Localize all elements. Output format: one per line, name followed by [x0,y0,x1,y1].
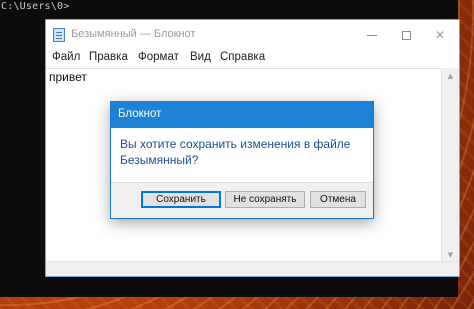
dialog-title: Блокнот [118,108,162,120]
dialog-message: Вы хотите сохранить изменения в файле Бе… [120,136,360,168]
maximize-icon [401,30,411,40]
cancel-button[interactable]: Отмена [310,191,366,208]
dialog-titlebar[interactable]: Блокнот [111,102,373,128]
save-button[interactable]: Сохранить [141,191,221,208]
console-prompt: C:\Users\0> [1,1,70,12]
close-icon: ✕ [434,28,446,42]
vertical-scrollbar[interactable]: ▲ ▼ [441,68,459,262]
menu-edit[interactable]: Правка [89,51,128,63]
dont-save-button[interactable]: Не сохранять [225,191,305,208]
notepad-app-icon [53,28,65,42]
menu-view[interactable]: Вид [190,51,211,63]
scroll-down-icon[interactable]: ▼ [442,247,459,262]
notepad-title: Безымянный — Блокнот [71,28,196,40]
menu-file[interactable]: Файл [52,51,80,63]
save-changes-dialog[interactable]: Блокнот Вы хотите сохранить изменения в … [110,101,374,219]
minimize-icon [367,34,377,36]
status-strip [46,261,459,276]
scroll-up-icon[interactable]: ▲ [442,68,459,83]
dialog-message-line2: Безымянный? [120,153,199,167]
dialog-footer: Сохранить Не сохранять Отмена [111,182,373,218]
dialog-message-line1: Вы хотите сохранить изменения в файле [120,137,351,151]
maximize-button[interactable] [389,20,423,50]
editor-text: привет [49,70,87,84]
close-button[interactable]: ✕ [423,20,457,50]
menu-bar: Файл Правка Формат Вид Справка [46,49,459,68]
menu-format[interactable]: Формат [138,51,179,63]
minimize-button[interactable] [355,20,389,50]
menu-help[interactable]: Справка [220,51,265,63]
notepad-titlebar[interactable]: Безымянный — Блокнот ✕ [46,20,459,50]
